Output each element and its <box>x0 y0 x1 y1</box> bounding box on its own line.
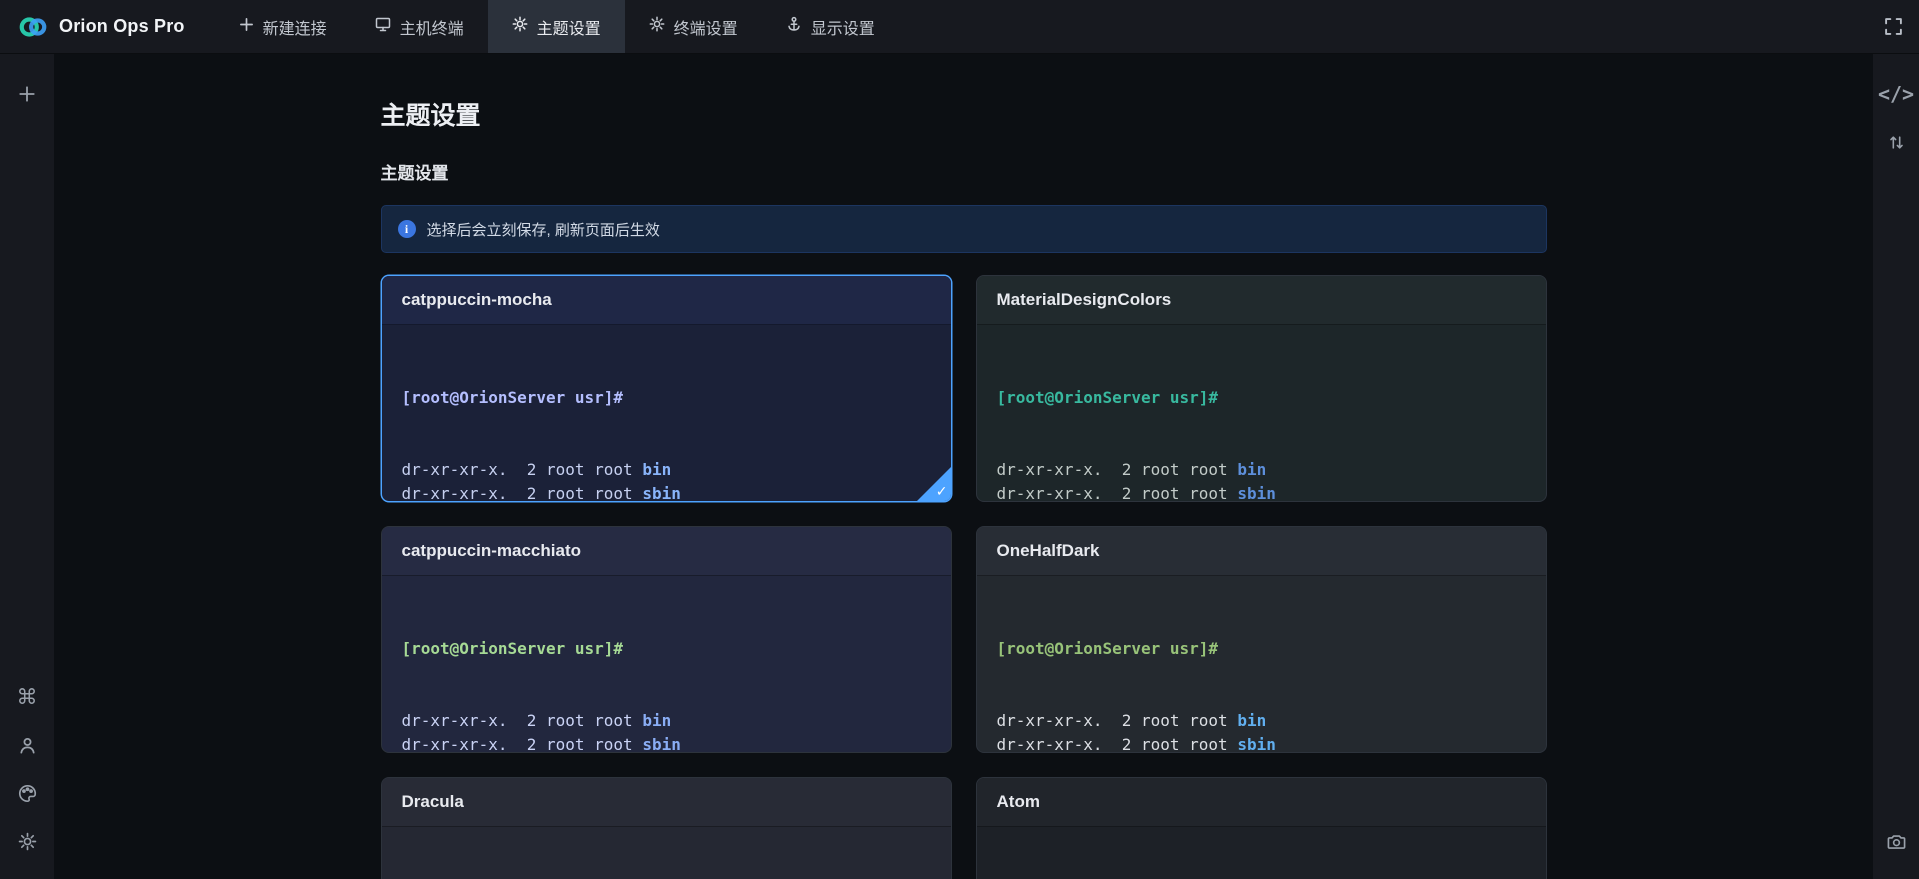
main-content: 主题设置 主题设置 i 选择后会立刻保存, 刷新页面后生效 catppuccin… <box>54 54 1873 879</box>
terminal-lines: dr-xr-xr-x. 2 root root bindr-xr-xr-x. 2… <box>402 458 931 502</box>
terminal-preview: [root@OrionServer usr]# dr-xr-xr-x. 2 ro… <box>977 325 1546 502</box>
user-icon[interactable] <box>12 730 42 760</box>
theme-card-title: catppuccin-macchiato <box>402 541 582 561</box>
theme-card[interactable]: OneHalfDark [root@OrionServer usr]# dr-x… <box>976 526 1547 753</box>
nav-label: 主机终端 <box>400 15 464 39</box>
nav-label: 终端设置 <box>674 15 738 39</box>
right-rail: </> <box>1873 54 1919 879</box>
command-icon[interactable]: ⌘ <box>12 682 42 712</box>
terminal-prompt: [root@OrionServer usr]# <box>997 386 1526 410</box>
sort-vertical-icon[interactable] <box>1881 127 1911 157</box>
theme-card[interactable]: Dracula [root@OrionServer usr]# dr-xr-xr… <box>381 777 952 879</box>
terminal-prompt: [root@OrionServer usr]# <box>402 637 931 661</box>
camera-icon[interactable] <box>1881 826 1911 856</box>
nav-host-terminal[interactable]: 主机终端 <box>351 0 488 53</box>
terminal-monitor-icon <box>375 16 391 37</box>
nav-display-settings[interactable]: 显示设置 <box>762 0 899 53</box>
theme-card-header: catppuccin-mocha <box>382 276 951 325</box>
terminal-preview: [root@OrionServer usr]# dr-xr-xr-x. 2 ro… <box>382 576 951 753</box>
theme-card-header: MaterialDesignColors <box>977 276 1546 325</box>
nav-new-connection[interactable]: 新建连接 <box>215 0 351 53</box>
selected-check-icon: ✓ <box>936 484 948 500</box>
terminal-preview: [root@OrionServer usr]# dr-xr-xr-x. 2 ro… <box>977 827 1546 879</box>
nav-label: 主题设置 <box>537 15 601 39</box>
nav-label: 显示设置 <box>811 15 875 39</box>
palette-icon[interactable] <box>12 778 42 808</box>
theme-card[interactable]: catppuccin-mocha [root@OrionServer usr]#… <box>381 275 952 502</box>
code-icon[interactable]: </> <box>1881 79 1911 109</box>
theme-card-title: Atom <box>997 792 1040 812</box>
terminal-line: dr-xr-xr-x. 2 root root sbin <box>402 482 931 502</box>
settings-gear-icon[interactable] <box>12 826 42 856</box>
anchor-icon <box>786 16 802 37</box>
theme-card-title: Dracula <box>402 792 464 812</box>
topbar-nav: 新建连接 主机终端 主题设置 <box>215 0 899 53</box>
terminal-lines: dr-xr-xr-x. 2 root root bindr-xr-xr-x. 2… <box>997 709 1526 753</box>
theme-card-header: Dracula <box>382 778 951 827</box>
theme-card[interactable]: Atom [root@OrionServer usr]# dr-xr-xr-x.… <box>976 777 1547 879</box>
fullscreen-icon[interactable] <box>1884 17 1903 36</box>
terminal-lines: dr-xr-xr-x. 2 root root bindr-xr-xr-x. 2… <box>997 458 1526 502</box>
theme-card-header: catppuccin-macchiato <box>382 527 951 576</box>
brand[interactable]: Orion Ops Pro <box>0 12 215 42</box>
terminal-line: dr-xr-xr-x. 2 root root bin <box>402 709 931 733</box>
theme-card-title: MaterialDesignColors <box>997 290 1172 310</box>
info-icon: i <box>398 220 416 238</box>
terminal-preview: [root@OrionServer usr]# dr-xr-xr-x. 2 ro… <box>382 827 951 879</box>
theme-card-header: Atom <box>977 778 1546 827</box>
nav-label: 新建连接 <box>263 15 327 39</box>
terminal-preview: [root@OrionServer usr]# dr-xr-xr-x. 2 ro… <box>977 576 1546 753</box>
add-connection-icon[interactable] <box>12 79 42 109</box>
nav-terminal-settings[interactable]: 终端设置 <box>625 0 762 53</box>
terminal-line: dr-xr-xr-x. 2 root root bin <box>997 709 1526 733</box>
terminal-line: dr-xr-xr-x. 2 root root sbin <box>997 733 1526 753</box>
topbar: Orion Ops Pro 新建连接 主机终端 <box>0 0 1919 54</box>
terminal-preview: [root@OrionServer usr]# dr-xr-xr-x. 2 ro… <box>382 325 951 502</box>
brand-logo-icon <box>18 12 48 42</box>
theme-card-header: OneHalfDark <box>977 527 1546 576</box>
alert-text: 选择后会立刻保存, 刷新页面后生效 <box>427 219 660 240</box>
brand-name: Orion Ops Pro <box>59 16 185 37</box>
theme-card[interactable]: MaterialDesignColors [root@OrionServer u… <box>976 275 1547 502</box>
left-rail: ⌘ <box>0 54 54 879</box>
page-title: 主题设置 <box>381 100 1547 132</box>
terminal-line: dr-xr-xr-x. 2 root root sbin <box>997 482 1526 502</box>
terminal-lines: dr-xr-xr-x. 2 root root bindr-xr-xr-x. 2… <box>402 709 931 753</box>
gear-icon <box>649 16 665 37</box>
theme-card-title: catppuccin-mocha <box>402 290 552 310</box>
theme-grid: catppuccin-mocha [root@OrionServer usr]#… <box>381 275 1547 879</box>
plus-icon <box>239 17 254 37</box>
info-alert: i 选择后会立刻保存, 刷新页面后生效 <box>381 205 1547 253</box>
section-title: 主题设置 <box>381 164 1547 184</box>
theme-gear-icon <box>512 16 528 37</box>
terminal-line: dr-xr-xr-x. 2 root root bin <box>997 458 1526 482</box>
terminal-prompt: [root@OrionServer usr]# <box>997 637 1526 661</box>
theme-card-title: OneHalfDark <box>997 541 1100 561</box>
theme-card[interactable]: catppuccin-macchiato [root@OrionServer u… <box>381 526 952 753</box>
terminal-line: dr-xr-xr-x. 2 root root sbin <box>402 733 931 753</box>
terminal-prompt: [root@OrionServer usr]# <box>402 386 931 410</box>
nav-theme-settings[interactable]: 主题设置 <box>488 0 625 53</box>
terminal-line: dr-xr-xr-x. 2 root root bin <box>402 458 931 482</box>
